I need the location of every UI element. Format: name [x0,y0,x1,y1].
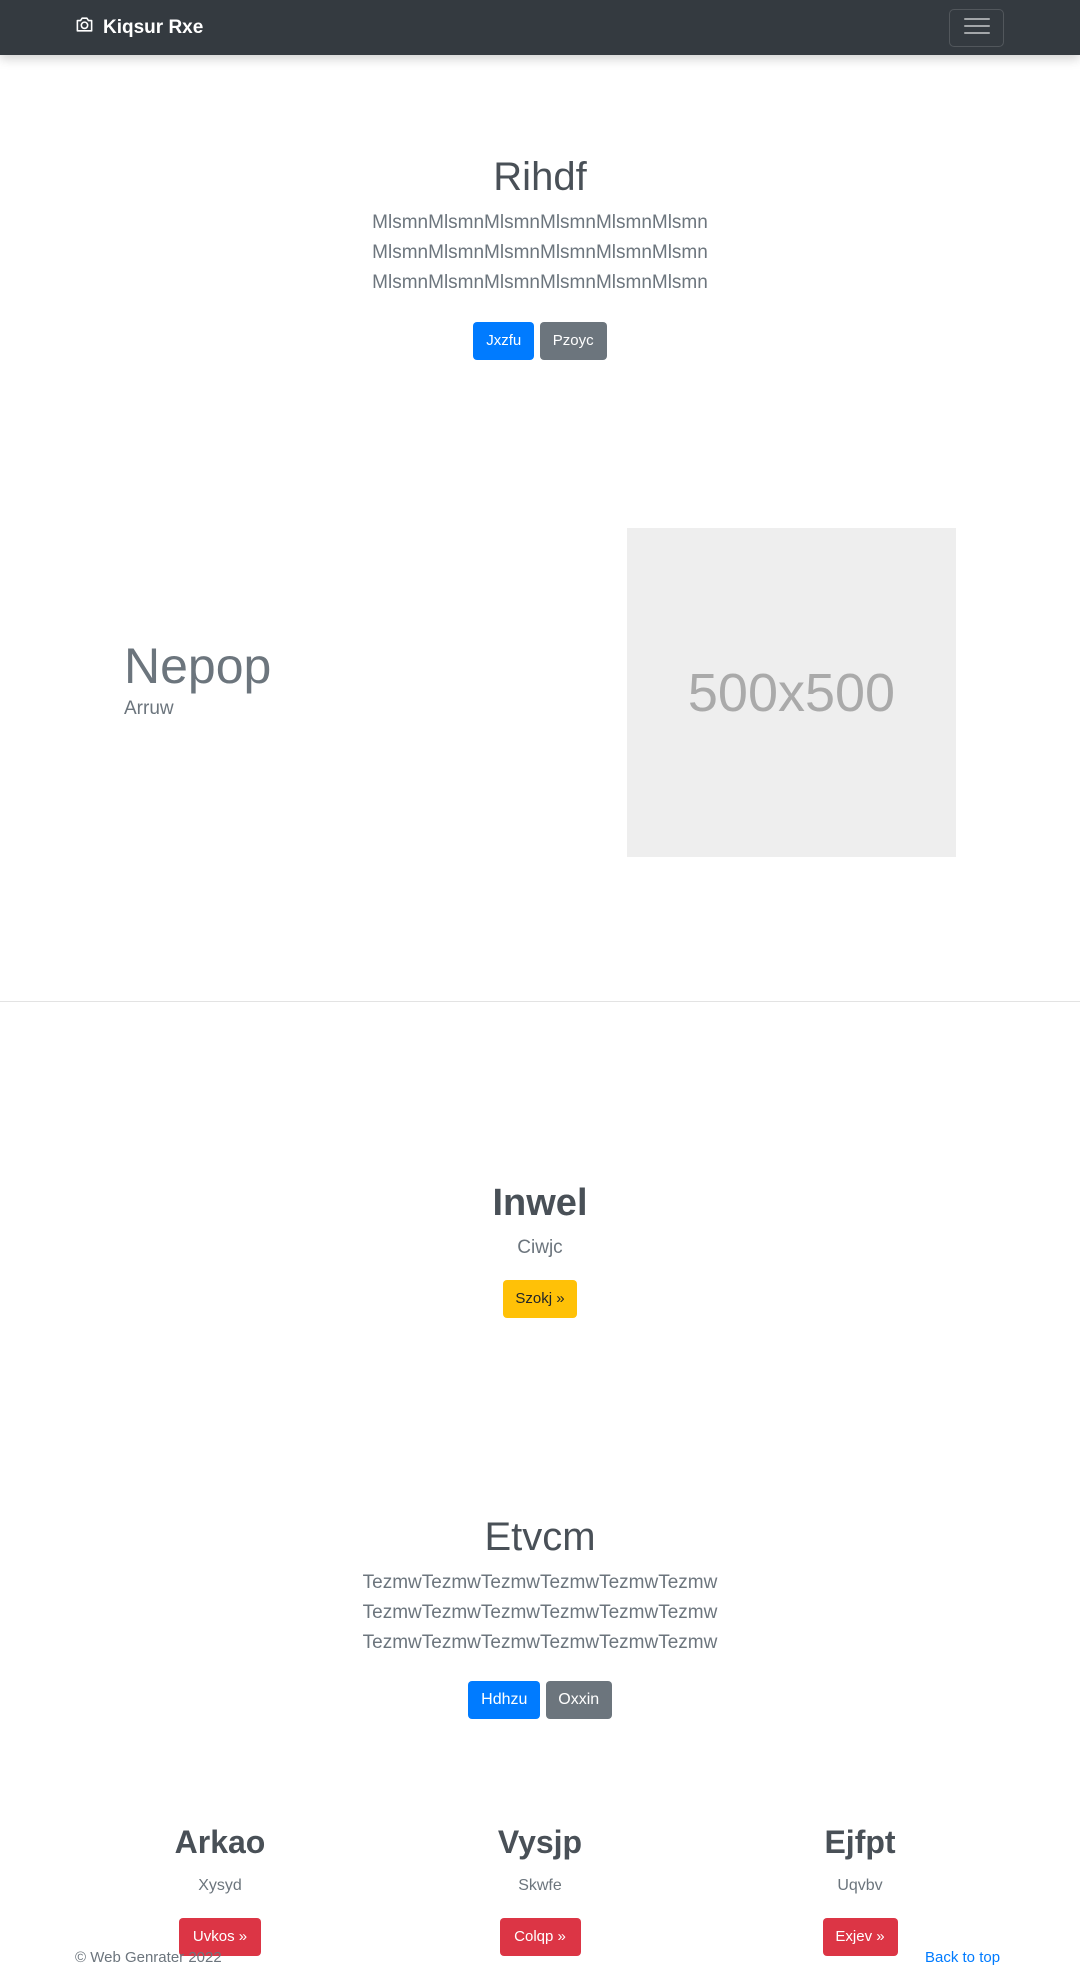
feature-title: Nepop [124,638,272,694]
section2-secondary-button[interactable]: Oxxin [545,1681,612,1719]
cta-title: Inwel [492,1182,588,1224]
section2-lead-line: TezmwTezmwTezmwTezmwTezmwTezmw [362,1632,718,1653]
hero-lead-line: MlsmnMlsmnMlsmnMlsmnMlsmnMlsmn [372,212,708,233]
column-card: Ejfpt Uqvbv Exjev » [710,1822,1010,1956]
hero-lead: MlsmnMlsmnMlsmnMlsmnMlsmnMlsmn MlsmnMlsm… [0,208,1080,298]
section2-lead: TezmwTezmwTezmwTezmwTezmwTezmw TezmwTezm… [0,1568,1080,1658]
cta-text: Ciwjc [517,1237,563,1258]
hero-secondary-button[interactable]: Pzoyc [539,322,607,360]
section2-lead-line: TezmwTezmwTezmwTezmwTezmwTezmw [362,1602,718,1623]
camera-icon [75,15,94,40]
hero-primary-button[interactable]: Jxzfu [473,322,535,360]
placeholder-image-label: 500x500 [687,662,896,723]
column-title: Arkao [174,1824,266,1860]
column-button[interactable]: Exjev » [822,1918,898,1956]
column-button[interactable]: Colqp » [499,1918,581,1956]
placeholder-image: 500x500 [627,528,956,857]
column-text: Xysyd [198,1877,242,1894]
feature-text: Nepop Arruw [124,636,271,722]
column-title: Ejfpt [824,1824,896,1860]
column-text: Uqvbv [837,1877,883,1894]
navbar: Kiqsur Rxe [0,0,1080,55]
feature-subtitle: Arruw [124,698,174,719]
navbar-toggler-button[interactable] [949,9,1004,47]
section2-primary-button[interactable]: Hdhzu [468,1681,541,1719]
section2-title: Etvcm [484,1515,596,1559]
footer-copyright: © Web Genrater 2022 [75,1949,222,1966]
column-text: Skwfe [518,1877,562,1894]
column-card: Arkao Xysyd Uvkos » [70,1822,370,1956]
back-to-top-link[interactable]: Back to top [925,1949,1000,1966]
section2: Etvcm TezmwTezmwTezmwTezmwTezmwTezmw Tez… [0,1512,1080,1658]
hamburger-icon [963,15,991,42]
hero-section: Rihdf MlsmnMlsmnMlsmnMlsmnMlsmnMlsmn Mls… [0,152,1080,298]
cta-button[interactable]: Szokj » [503,1280,577,1318]
column-card: Vysjp Skwfe Colqp » [390,1822,690,1956]
section-divider [0,1001,1080,1002]
brand-link[interactable]: Kiqsur Rxe [75,0,203,55]
cta-section: Inwel Ciwjc [0,1180,1080,1260]
brand-name: Kiqsur Rxe [103,16,204,38]
hero-lead-line: MlsmnMlsmnMlsmnMlsmnMlsmnMlsmn [372,242,708,263]
hero-title: Rihdf [493,155,587,199]
section2-lead-line: TezmwTezmwTezmwTezmwTezmwTezmw [362,1572,718,1593]
column-title: Vysjp [497,1824,583,1860]
hero-lead-line: MlsmnMlsmnMlsmnMlsmnMlsmnMlsmn [372,272,708,293]
